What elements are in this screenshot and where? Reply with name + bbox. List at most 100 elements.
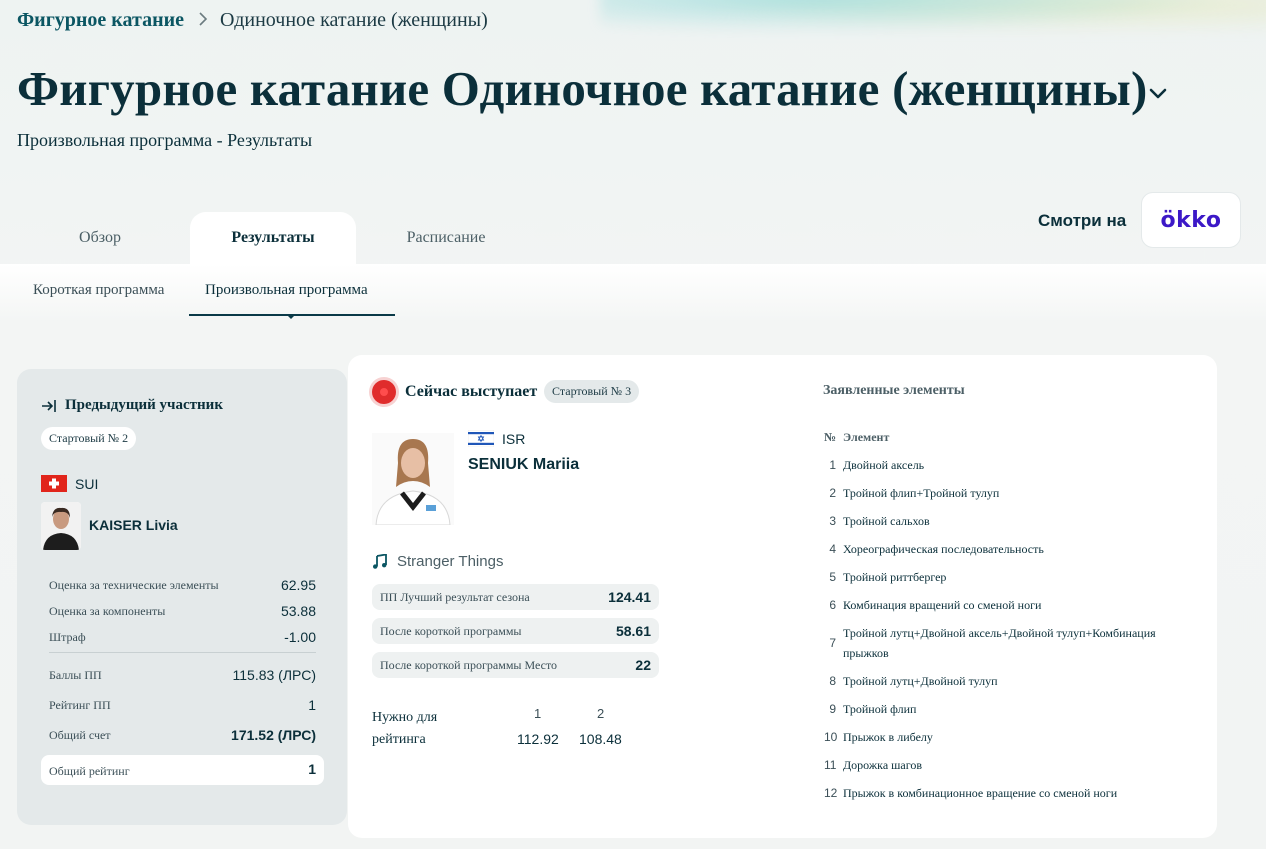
element-row: 8 Тройной лутц+Двойной тулуп bbox=[824, 671, 1164, 691]
element-row: 5 Тройной риттбергер bbox=[824, 567, 1164, 587]
element-row: 1 Двойной аксель bbox=[824, 455, 1164, 475]
stat-row-after-short: После короткой программы 58.61 bbox=[372, 618, 659, 644]
element-number: 12 bbox=[824, 786, 838, 800]
planned-elements-title: Заявленные элементы bbox=[823, 383, 965, 398]
needed-rank-header: 2 bbox=[597, 706, 605, 721]
start-number-badge: Стартовый № 2 bbox=[41, 427, 137, 450]
element-number: 1 bbox=[829, 458, 836, 472]
current-country: ISR bbox=[468, 430, 525, 447]
stat-row-season-best: ПП Лучший результат сезона 124.41 bbox=[372, 584, 659, 610]
elements-col-name: Элемент bbox=[843, 430, 890, 444]
okko-logo-button[interactable]: ökko bbox=[1141, 192, 1241, 248]
score-label: Баллы ПП bbox=[49, 667, 102, 682]
chevron-down-icon[interactable] bbox=[1147, 82, 1169, 104]
stat-value: 124.41 bbox=[608, 589, 651, 605]
music-note-icon bbox=[372, 553, 387, 569]
element-number: 8 bbox=[829, 674, 836, 688]
previous-participant-heading: Предыдущий участник bbox=[41, 397, 223, 414]
needed-for-rank-label: Нужно для рейтинга bbox=[372, 710, 438, 747]
needed-score-value: 112.92 bbox=[517, 731, 559, 747]
previous-participant-panel: Предыдущий участник Стартовый № 2 SUI KA… bbox=[17, 369, 347, 825]
score-value: 62.95 bbox=[280, 577, 316, 593]
subtab-active-caret bbox=[286, 314, 296, 319]
subtab-free-program[interactable]: Произвольная программа bbox=[205, 282, 368, 299]
element-name: Тройной риттбергер bbox=[843, 570, 947, 584]
score-value: 115.83 (ЛРС) bbox=[232, 667, 316, 683]
overall-rank-row: Общий рейтинг 1 bbox=[41, 755, 324, 785]
tab-schedule[interactable]: Расписание bbox=[356, 212, 536, 264]
stat-label: ПП Лучший результат сезона bbox=[380, 589, 530, 604]
page-subtitle: Произвольная программа - Результаты bbox=[17, 130, 313, 150]
score-row-penalty: Штраф -1.00 bbox=[49, 629, 316, 645]
score-label: Оценка за компоненты bbox=[49, 603, 166, 618]
previous-athlete-name: KAISER Livia bbox=[89, 517, 178, 533]
elements-table-header: № Элемент bbox=[824, 430, 889, 445]
element-number: 2 bbox=[829, 486, 836, 500]
needed-score-value: 108.48 bbox=[579, 731, 622, 747]
score-row-free-rank: Рейтинг ПП 1 bbox=[49, 697, 316, 713]
score-row-technical: Оценка за технические элементы 62.95 bbox=[49, 577, 316, 593]
element-name: Прыжок в комбинационное вращение со смен… bbox=[843, 786, 1118, 800]
page-title: Фигурное катание Одиночное катание (женщ… bbox=[17, 61, 1148, 116]
element-row: 12 Прыжок в комбинационное вращение со см… bbox=[824, 783, 1164, 803]
score-value: 171.52 (ЛРС) bbox=[231, 727, 316, 743]
stat-label: После короткой программы bbox=[380, 623, 522, 638]
element-row: 7 Тройной лутц+Двойной аксель+Двойной тул… bbox=[824, 623, 1164, 663]
score-divider bbox=[49, 652, 316, 653]
element-name: Дорожка шагов bbox=[843, 758, 923, 772]
tab-results[interactable]: Результаты bbox=[190, 212, 356, 264]
element-number: 6 bbox=[829, 598, 836, 612]
score-row-free-points: Баллы ПП 115.83 (ЛРС) bbox=[49, 667, 316, 683]
element-number: 3 bbox=[829, 514, 836, 528]
element-row: 10 Прыжок в либелу bbox=[824, 727, 1164, 747]
previous-country-code: SUI bbox=[75, 475, 99, 492]
stat-row-after-short-place: После короткой программы Место 22 bbox=[372, 652, 659, 678]
elements-col-number: № bbox=[824, 430, 837, 444]
chevron-right-icon bbox=[198, 10, 208, 31]
element-row: 3 Тройной сальхов bbox=[824, 511, 1164, 531]
stat-label: После короткой программы Место bbox=[380, 657, 558, 672]
start-number-badge: Стартовый № 3 bbox=[544, 380, 640, 403]
previous-country: SUI bbox=[41, 475, 98, 492]
element-row: 11 Дорожка шагов bbox=[824, 755, 1164, 775]
current-country-code: ISR bbox=[502, 430, 526, 447]
score-label: Общий счет bbox=[49, 727, 111, 742]
element-name: Двойной аксель bbox=[843, 458, 925, 472]
score-label: Штраф bbox=[49, 629, 86, 644]
music-title: Stranger Things bbox=[397, 553, 504, 570]
element-number: 10 bbox=[824, 730, 838, 744]
element-number: 9 bbox=[829, 702, 836, 716]
arrow-to-line-icon bbox=[41, 398, 57, 414]
element-number: 11 bbox=[824, 758, 837, 772]
stat-value: 22 bbox=[635, 657, 651, 673]
breadcrumb-root-link[interactable]: Фигурное катание bbox=[17, 9, 184, 32]
score-value: -1.00 bbox=[284, 629, 316, 645]
score-label: Оценка за технические элементы bbox=[49, 577, 219, 592]
element-name: Комбинация вращений со сменой ноги bbox=[843, 598, 1042, 612]
header-decoration bbox=[600, 0, 1266, 40]
score-value: 53.88 bbox=[280, 603, 316, 619]
element-name: Хореографическая последовательность bbox=[843, 542, 1044, 556]
element-number: 5 bbox=[829, 570, 836, 584]
subtabs-bar bbox=[0, 264, 1266, 320]
switzerland-flag-icon bbox=[41, 475, 67, 492]
tab-overview[interactable]: Обзор bbox=[10, 212, 190, 264]
subtab-short-program[interactable]: Короткая программа bbox=[33, 282, 164, 299]
score-label: Рейтинг ПП bbox=[49, 697, 111, 712]
breadcrumb: Фигурное катание Одиночное катание (женщ… bbox=[17, 9, 488, 32]
element-number: 4 bbox=[829, 542, 836, 556]
element-name: Тройной флип bbox=[843, 702, 917, 716]
score-value: 1 bbox=[308, 697, 316, 713]
breadcrumb-current: Одиночное катание (женщины) bbox=[220, 9, 488, 31]
element-row: 6 Комбинация вращений со сменой ноги bbox=[824, 595, 1164, 615]
score-row-components: Оценка за компоненты 53.88 bbox=[49, 603, 316, 619]
element-row: 2 Тройной флип+Тройной тулуп bbox=[824, 483, 1164, 503]
current-performer-panel: Сейчас выступает Стартовый № 3 ISR SENIU… bbox=[348, 355, 1217, 838]
score-row-total: Общий счет 171.52 (ЛРС) bbox=[49, 727, 316, 743]
element-row: 9 Тройной флип bbox=[824, 699, 1164, 719]
element-name: Тройной лутц+Двойной тулуп bbox=[843, 674, 998, 688]
overall-rank-label: Общий рейтинг bbox=[49, 764, 130, 778]
element-row: 4 Хореографическая последовательность bbox=[824, 539, 1164, 559]
element-number: 7 bbox=[829, 636, 836, 650]
needed-rank-header: 1 bbox=[534, 706, 542, 721]
